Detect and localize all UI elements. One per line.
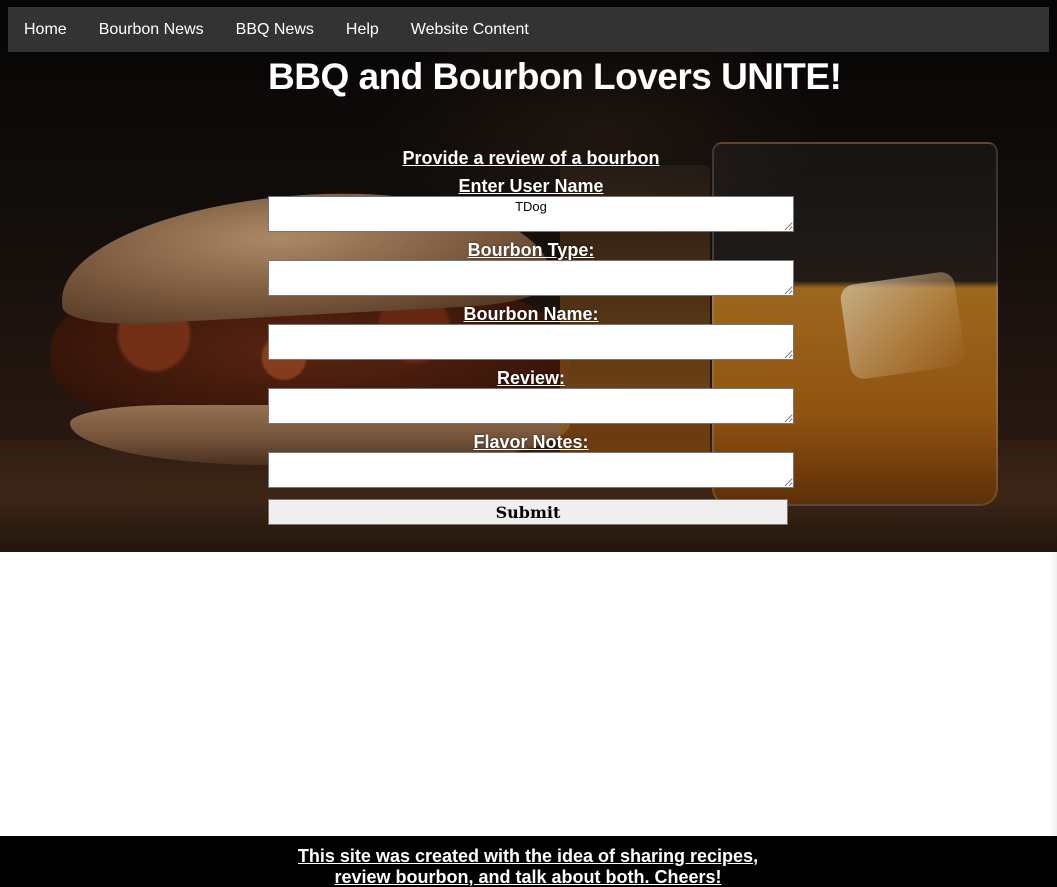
bourbon-type-label: Bourbon Type: (467, 240, 595, 260)
username-input[interactable]: TDog (268, 196, 794, 232)
nav-bbq-news-link[interactable]: BBQ News (220, 7, 330, 52)
review-label: Review: (496, 368, 566, 388)
bourbon-review-form: Provide a review of a bourbon Enter User… (268, 146, 794, 525)
flavor-notes-input[interactable] (268, 452, 794, 488)
form-heading: Provide a review of a bourbon (402, 148, 660, 168)
review-input[interactable] (268, 388, 794, 424)
footer-text: This site was created with the idea of s… (297, 846, 759, 887)
bourbon-type-input[interactable] (268, 260, 794, 296)
submit-button[interactable]: Submit (268, 499, 788, 525)
nav-home-link[interactable]: Home (8, 7, 83, 52)
page-title: BBQ and Bourbon Lovers UNITE! (268, 56, 842, 97)
nav-bourbon-news-link[interactable]: Bourbon News (83, 7, 220, 52)
page: Home Bourbon News BBQ News Help Website … (0, 0, 1057, 887)
page-edge-shadow (1049, 552, 1057, 836)
bourbon-name-input[interactable] (268, 324, 794, 360)
flavor-notes-label: Flavor Notes: (473, 432, 589, 452)
username-label: Enter User Name (458, 176, 604, 196)
bourbon-name-label: Bourbon Name: (463, 304, 599, 324)
page-footer: This site was created with the idea of s… (0, 836, 1057, 887)
top-navbar: Home Bourbon News BBQ News Help Website … (8, 7, 1049, 52)
nav-website-content-link[interactable]: Website Content (395, 7, 545, 52)
nav-help-link[interactable]: Help (330, 7, 395, 52)
